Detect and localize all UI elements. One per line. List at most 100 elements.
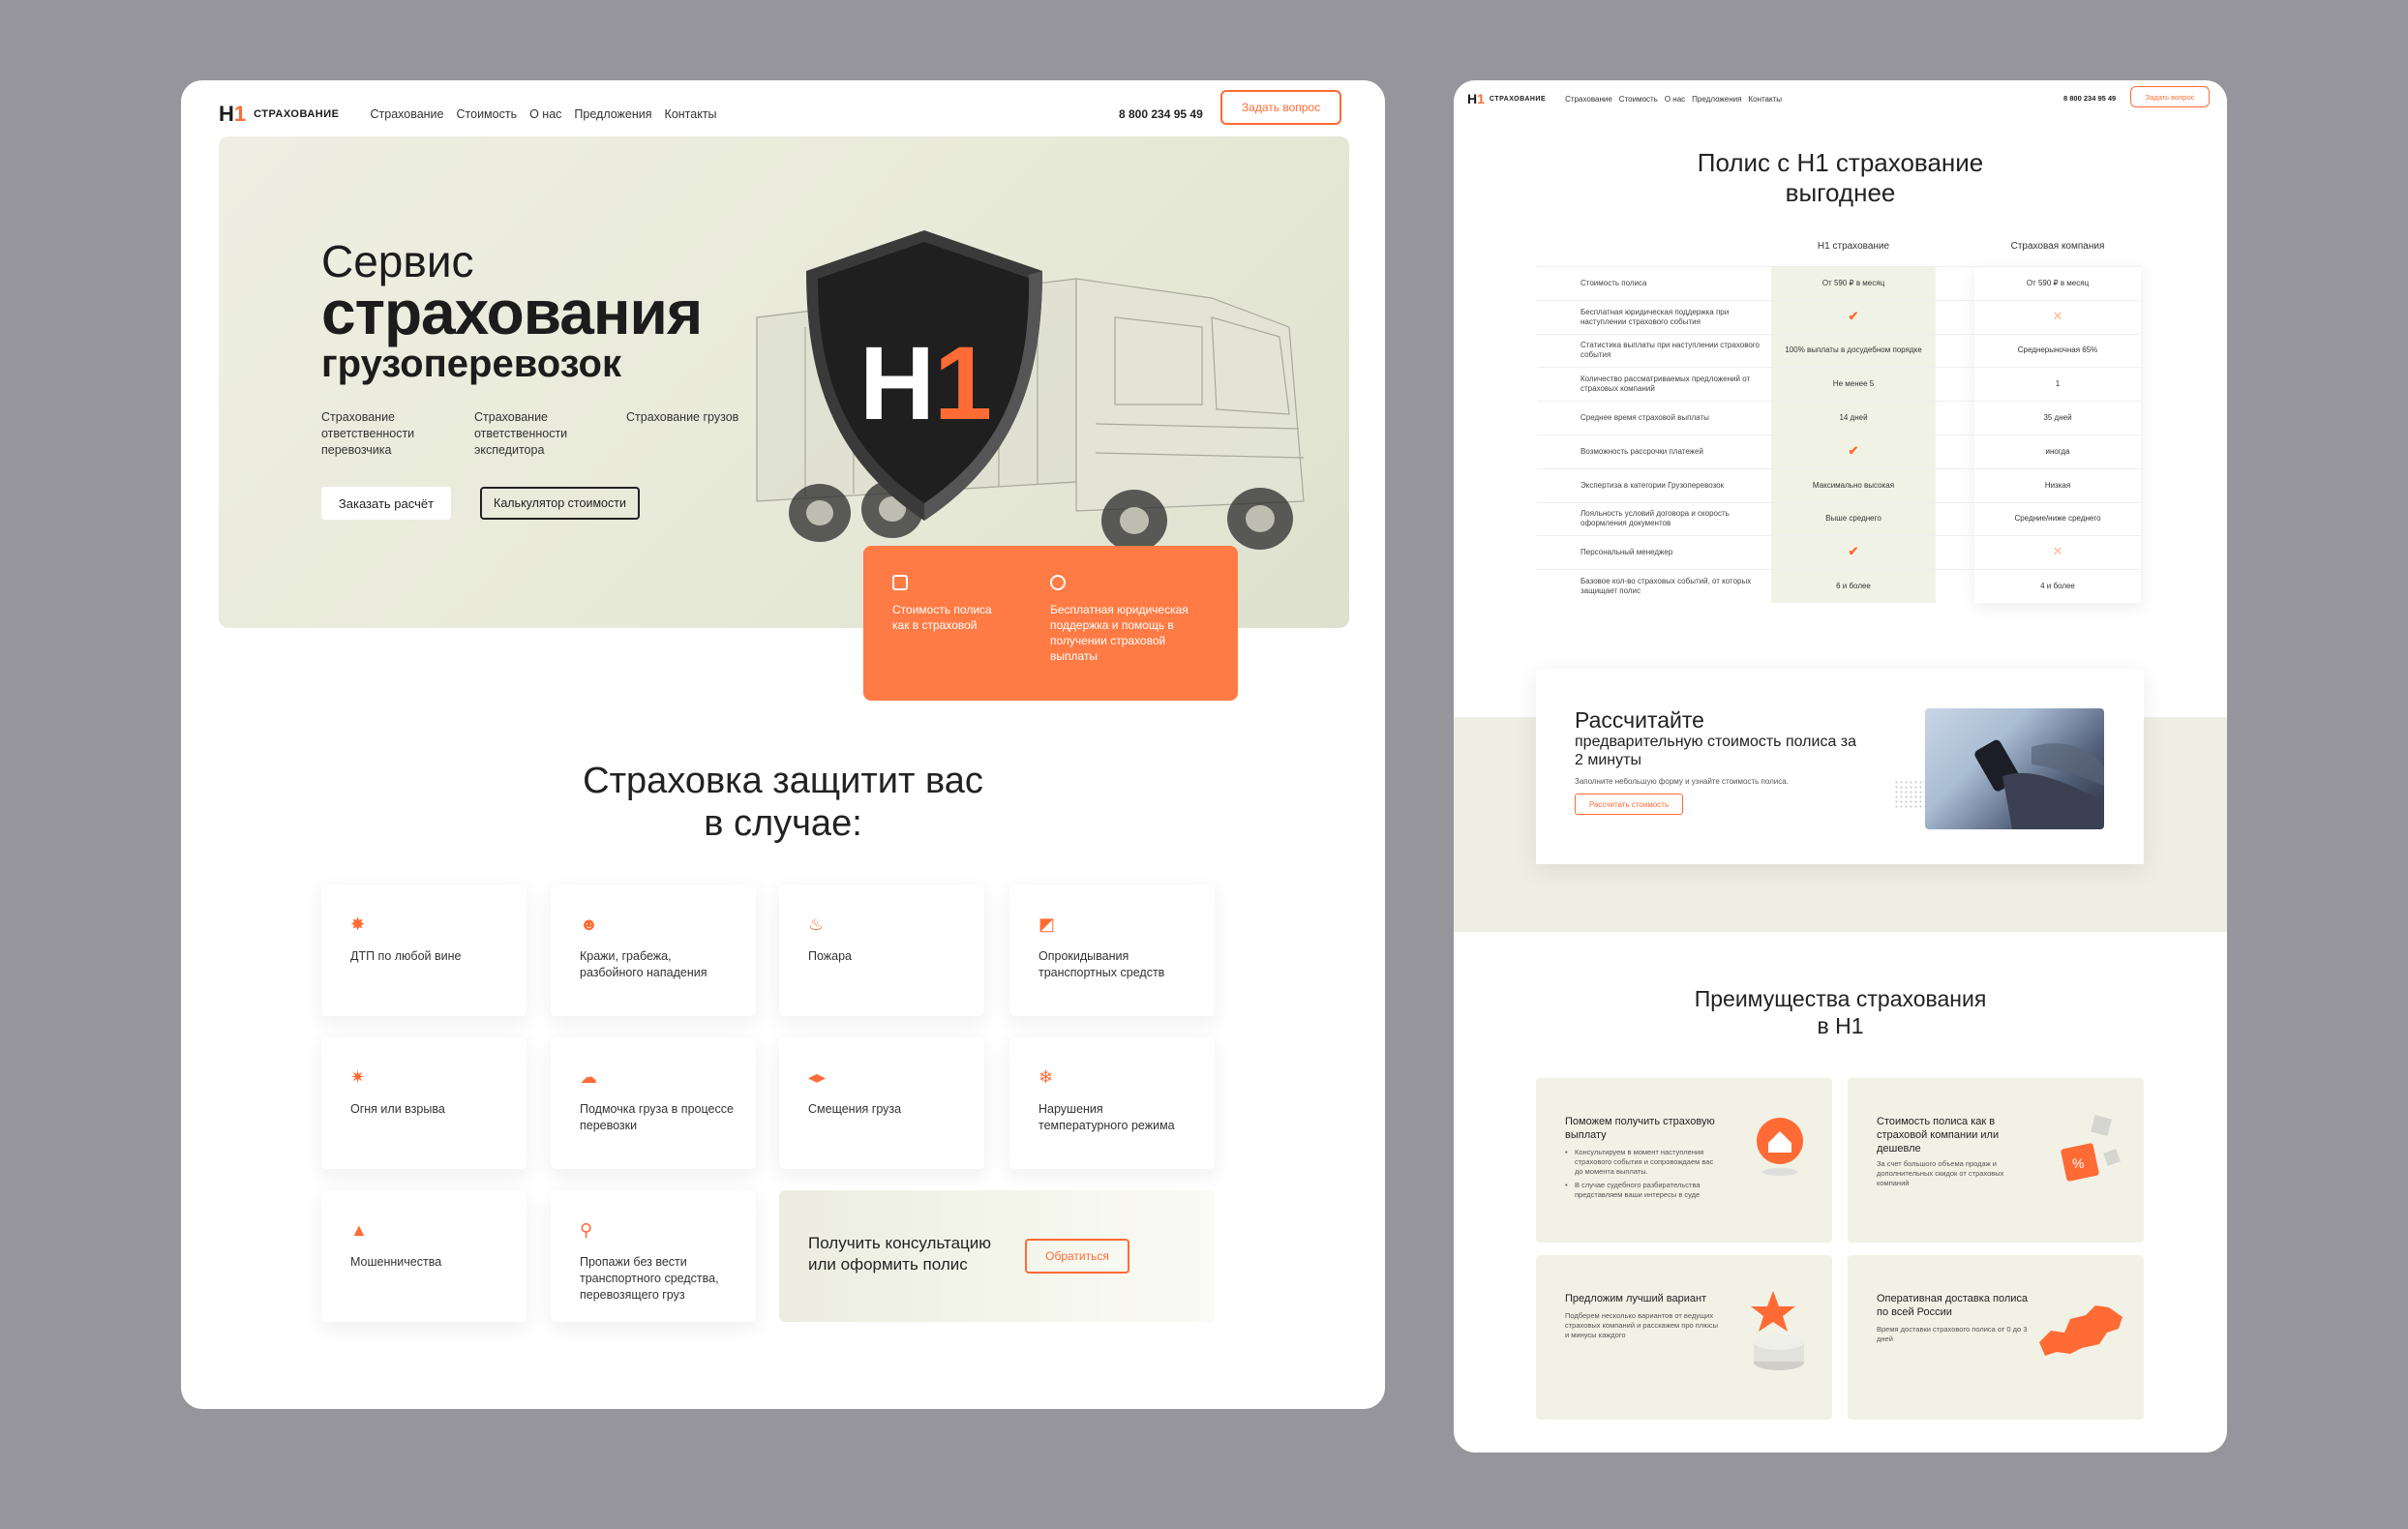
protect-section-title: Страховка защитит вас в случае: — [583, 761, 983, 844]
risk-card-theft: ☻ Кражи, грабежа, разбойного нападения — [551, 884, 756, 1016]
nav-item-cost[interactable]: Стоимость — [1619, 95, 1658, 104]
fire-icon: ♨ — [808, 914, 825, 934]
row-value-company: Среднерыночная 65% — [2017, 345, 2098, 355]
row-value-h1: Не менее 5 — [1832, 379, 1875, 389]
phone-number[interactable]: 8 800 234 95 49 — [1119, 107, 1203, 121]
nav-item-contacts[interactable]: Контакты — [665, 107, 717, 121]
h1-shield-image: H 1 — [806, 230, 1042, 521]
nav-item-contacts[interactable]: Контакты — [1748, 95, 1782, 104]
explosion-icon: ✷ — [350, 1067, 366, 1087]
row-value-h1: 6 и более — [1836, 582, 1871, 591]
ruble-coin-icon — [1050, 575, 1066, 590]
svg-text:%: % — [2072, 1155, 2084, 1171]
contact-button[interactable]: Обратиться — [1025, 1239, 1129, 1274]
comparison-row: Возможность рассрочки платежей ✔ иногда — [1537, 435, 2141, 468]
risk-card-fire: ♨ Пожара — [779, 884, 984, 1016]
cost-calculator-button[interactable]: Калькулятор стоимости — [480, 487, 640, 520]
risk-card-wetting: ☁ Подмочка груза в процессе перевозки — [551, 1037, 756, 1169]
header: H1 СТРАХОВАНИЕ Страхование Стоимость О н… — [1467, 89, 1782, 108]
row-value-company: иногда — [2045, 446, 2070, 456]
rain-cloud-icon: ☁ — [580, 1067, 597, 1087]
nav-item-offers[interactable]: Предложения — [1692, 95, 1741, 104]
row-label: Количество рассматриваемых предложений о… — [1580, 375, 1751, 394]
row-value-company: От 590 ₽ в месяц — [2026, 278, 2090, 287]
truck-overturn-icon: ◩ — [1038, 914, 1056, 934]
row-value-company: Средние/ниже среднего — [2014, 514, 2101, 524]
nav-item-insurance[interactable]: Страхование — [1565, 95, 1612, 104]
hero-title-line3: грузоперевозок — [321, 343, 621, 385]
row-value-company: Низкая — [2044, 480, 2071, 490]
nav-item-about[interactable]: О нас — [1665, 95, 1685, 104]
comparison-row: Базовое кол-во страховых событий, от кот… — [1537, 569, 2141, 603]
risk-card-temperature: ❄ Нарушения температурного режима — [1009, 1037, 1215, 1169]
advantage-payout-list: Консультируем в момент наступления страх… — [1565, 1148, 1720, 1204]
row-value-h1: Выше среднего — [1825, 514, 1881, 524]
main-nav: Страхование Стоимость О нас Предложения … — [370, 107, 716, 121]
hero-benefits-card: Стоимость полиса как в страховой Бесплат… — [863, 546, 1238, 701]
hero-sub-cargo[interactable]: Страхование грузов — [626, 409, 762, 426]
check-icon: ✔ — [1848, 544, 1859, 559]
order-calculation-button[interactable]: Заказать расчёт — [321, 487, 451, 520]
car-crash-icon: ✸ — [350, 914, 366, 934]
row-label: Статистика выплаты при наступлении страх… — [1580, 341, 1760, 360]
hero-sub-forwarder[interactable]: Страхование ответственности экспедитора — [474, 409, 610, 459]
advantages-title: Преимущества страхования в H1 — [1694, 986, 1987, 1038]
advantage-card-price: Стоимость полиса как в страховой компани… — [1848, 1078, 2144, 1243]
calculator-icon — [892, 575, 908, 590]
ask-question-button[interactable]: Задать вопрос — [1220, 90, 1341, 125]
phone-number[interactable]: 8 800 234 95 49 — [2063, 94, 2116, 103]
comparison-row: Среднее время страховой выплаты 14 дней 35… — [1537, 401, 2141, 435]
row-label: Персональный менеджер — [1580, 548, 1673, 557]
logo[interactable]: H1 СТРАХОВАНИЕ — [219, 102, 339, 127]
russia-map-icon — [2039, 1305, 2122, 1356]
nav-item-insurance[interactable]: Страхование — [370, 107, 443, 121]
advantage-card-best-option: Предложим лучший вариант Подберем нескол… — [1536, 1255, 1832, 1420]
logo[interactable]: H1 СТРАХОВАНИЕ — [1467, 91, 1546, 106]
nav-item-about[interactable]: О нас — [529, 107, 561, 121]
row-value-h1: 100% выплаты в досудебном порядке — [1785, 345, 1922, 355]
cross-icon: ✕ — [2052, 308, 2063, 323]
risk-card-explosion: ✷ Огня или взрыва — [321, 1037, 527, 1169]
calculate-card: Рассчитайте предварительную стоимость по… — [1536, 669, 2144, 864]
row-value-company: 1 — [2055, 379, 2061, 389]
row-value-company: 4 и более — [2040, 582, 2075, 591]
advantage-card-payout: Поможем получить страховую выплату Консу… — [1536, 1078, 1832, 1243]
cross-icon: ✕ — [2052, 544, 2063, 559]
landing-page-secondary: H1 СТРАХОВАНИЕ Страхование Стоимость О н… — [1454, 80, 2227, 1453]
main-nav: Страхование Стоимость О нас Предложения … — [1565, 95, 1782, 104]
row-label: Среднее время страховой выплаты — [1580, 413, 1709, 423]
thief-icon: ☻ — [580, 914, 598, 934]
ask-question-button[interactable]: Задать вопрос — [2130, 86, 2210, 107]
row-value-h1: От 590 ₽ в месяц — [1821, 278, 1885, 287]
shield-letter: H — [859, 324, 935, 441]
hero-title-line2: страхования — [321, 278, 703, 347]
risk-card-fraud: ▲ Мошенничества — [321, 1190, 527, 1322]
check-icon: ✔ — [1848, 442, 1859, 458]
hero-sub-carrier[interactable]: Страхование ответственности перевозчика — [321, 409, 457, 459]
logo-mark: H1 — [219, 102, 247, 126]
check-icon: ✔ — [1848, 308, 1859, 323]
missing-search-icon: ⚲ — [580, 1220, 593, 1240]
temperature-icon: ❄ — [1038, 1067, 1054, 1087]
landing-page-main: H1 СТРАХОВАНИЕ Страхование Стоимость О н… — [181, 80, 1385, 1409]
compare-title: Полис с H1 страхование выгоднее — [1697, 148, 1984, 207]
logo-text: СТРАХОВАНИЕ — [254, 108, 340, 120]
header: H1 СТРАХОВАНИЕ Страхование Стоимость О н… — [219, 98, 717, 131]
row-label: Лояльность условий договора и скорость о… — [1580, 509, 1730, 528]
comparison-row: Экспертиза в категории Грузоперевозок Мак… — [1537, 467, 2141, 502]
row-label: Возможность рассрочки платежей — [1580, 446, 1703, 456]
comparison-row: Количество рассматриваемых предложений о… — [1537, 367, 2141, 401]
shift-arrows-icon: ◂▸ — [808, 1067, 827, 1087]
phone-hand-photo — [1925, 708, 2104, 829]
nav-item-cost[interactable]: Стоимость — [457, 107, 518, 121]
consultation-text: Получить консультацию или оформить полис — [808, 1234, 992, 1274]
risk-card-accident: ✸ ДТП по любой вине — [321, 884, 527, 1016]
risk-card-overturn: ◩ Опрокидывания транспортных средств — [1009, 884, 1215, 1016]
percent-cubes-icon: % — [2061, 1114, 2121, 1182]
calc-subtitle: предварительную стоимость полиса за 2 ми… — [1575, 734, 1857, 768]
nav-item-offers[interactable]: Предложения — [574, 107, 651, 121]
calculate-cost-button[interactable]: Рассчитать стоимость — [1575, 794, 1683, 815]
benefit-legal-support: Бесплатная юридическая поддержка и помощ… — [1050, 603, 1189, 663]
column-header-company: Страховая компания — [2010, 241, 2105, 252]
calc-hint: Заполните небольшую форму и узнайте стои… — [1575, 777, 1789, 786]
